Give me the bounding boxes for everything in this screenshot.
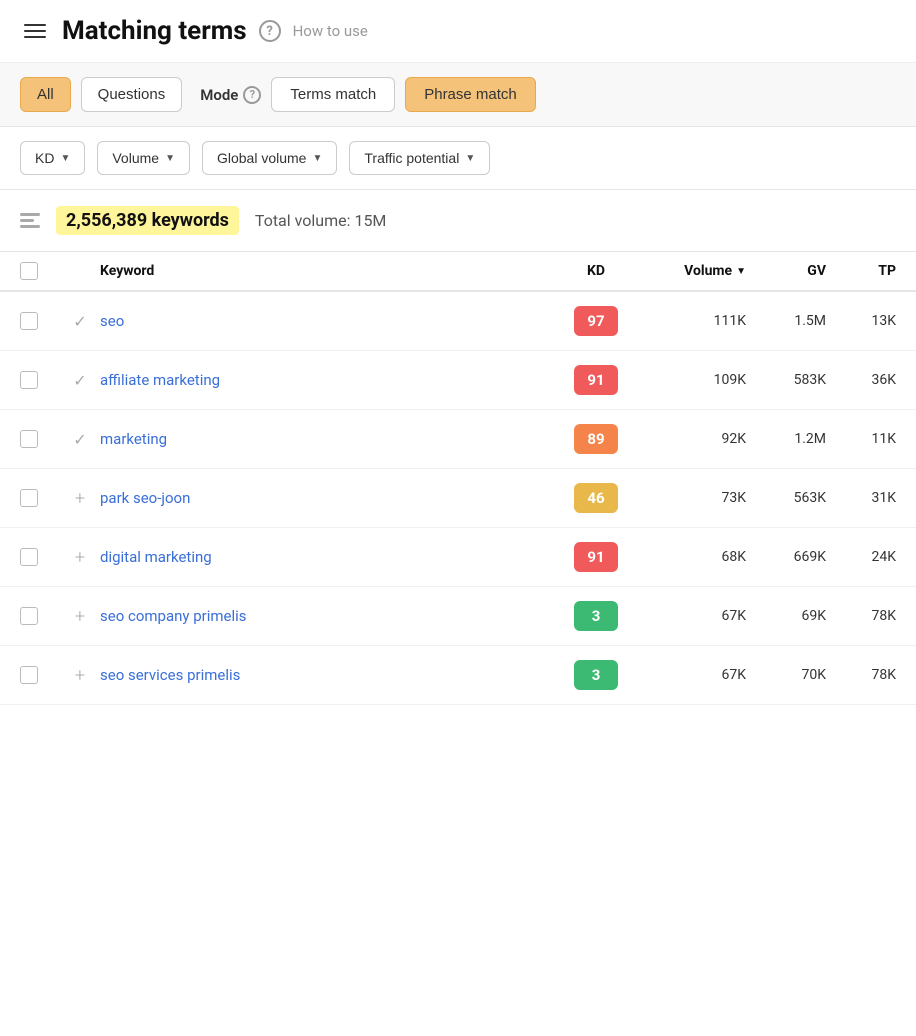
tp-cell-1: 36K — [826, 372, 896, 388]
header: Matching terms ? How to use — [0, 0, 916, 63]
tp-cell-2: 11K — [826, 431, 896, 447]
row-checkbox-1[interactable] — [20, 371, 38, 389]
keyword-column-header: Keyword — [100, 263, 556, 279]
gv-cell-3: 563K — [746, 490, 826, 506]
table-row: + seo services primelis 3 67K 70K 78K — [0, 646, 916, 705]
volume-cell-5: 67K — [636, 608, 746, 624]
volume-cell-1: 109K — [636, 372, 746, 388]
kd-filter-button[interactable]: KD ▼ — [20, 141, 85, 175]
filter-bar: All Questions Mode ? Terms match Phrase … — [0, 63, 916, 127]
kd-cell-0: 97 — [556, 306, 636, 336]
gv-cell-4: 669K — [746, 549, 826, 565]
row-checkbox-2[interactable] — [20, 430, 38, 448]
table-row: + seo company primelis 3 67K 69K 78K — [0, 587, 916, 646]
volume-cell-3: 73K — [636, 490, 746, 506]
kd-cell-2: 89 — [556, 424, 636, 454]
gv-cell-2: 1.2M — [746, 431, 826, 447]
row-checkbox-6[interactable] — [20, 666, 38, 684]
kd-cell-5: 3 — [556, 601, 636, 631]
kd-badge-1: 91 — [574, 365, 618, 395]
kd-badge-5: 3 — [574, 601, 618, 631]
gv-column-header: GV — [746, 263, 826, 279]
volume-cell-6: 67K — [636, 667, 746, 683]
kd-badge-2: 89 — [574, 424, 618, 454]
table-row: ✓ marketing 89 92K 1.2M 11K — [0, 410, 916, 469]
row-action-1[interactable]: ✓ — [60, 371, 100, 390]
kd-badge-3: 46 — [574, 483, 618, 513]
row-action-4[interactable]: + — [60, 547, 100, 568]
table-header-row: Keyword KD Volume ▼ GV TP — [0, 252, 916, 292]
kd-cell-1: 91 — [556, 365, 636, 395]
filter-lines-icon[interactable] — [20, 213, 40, 228]
mode-label: Mode ? — [200, 86, 261, 104]
kd-chevron-icon: ▼ — [60, 153, 70, 164]
keyword-link-2[interactable]: marketing — [100, 430, 556, 448]
traffic-potential-filter-button[interactable]: Traffic potential ▼ — [349, 141, 490, 175]
mode-help-icon[interactable]: ? — [243, 86, 261, 104]
keyword-link-1[interactable]: affiliate marketing — [100, 371, 556, 389]
keyword-link-3[interactable]: park seo-joon — [100, 489, 556, 507]
gv-cell-0: 1.5M — [746, 313, 826, 329]
phrase-match-button[interactable]: Phrase match — [405, 77, 536, 112]
volume-cell-0: 111K — [636, 313, 746, 329]
select-all-checkbox[interactable] — [20, 262, 38, 280]
table-row: + digital marketing 91 68K 669K 24K — [0, 528, 916, 587]
row-action-5[interactable]: + — [60, 606, 100, 627]
keyword-link-5[interactable]: seo company primelis — [100, 607, 556, 625]
terms-match-button[interactable]: Terms match — [271, 77, 395, 112]
tp-cell-3: 31K — [826, 490, 896, 506]
tp-cell-5: 78K — [826, 608, 896, 624]
row-checkbox-4[interactable] — [20, 548, 38, 566]
volume-cell-4: 68K — [636, 549, 746, 565]
row-action-0[interactable]: ✓ — [60, 312, 100, 331]
gv-cell-5: 69K — [746, 608, 826, 624]
gv-cell-1: 583K — [746, 372, 826, 388]
all-filter-button[interactable]: All — [20, 77, 71, 112]
keyword-link-0[interactable]: seo — [100, 312, 556, 330]
table-row: ✓ seo 97 111K 1.5M 13K — [0, 292, 916, 351]
kd-cell-6: 3 — [556, 660, 636, 690]
kd-badge-4: 91 — [574, 542, 618, 572]
kd-column-header: KD — [556, 263, 636, 279]
tp-cell-6: 78K — [826, 667, 896, 683]
keyword-link-4[interactable]: digital marketing — [100, 548, 556, 566]
metrics-bar: KD ▼ Volume ▼ Global volume ▼ Traffic po… — [0, 127, 916, 190]
tp-cell-4: 24K — [826, 549, 896, 565]
volume-column-header[interactable]: Volume ▼ — [636, 263, 746, 279]
volume-cell-2: 92K — [636, 431, 746, 447]
row-checkbox-0[interactable] — [20, 312, 38, 330]
row-checkbox-3[interactable] — [20, 489, 38, 507]
tp-cell-0: 13K — [826, 313, 896, 329]
kd-badge-6: 3 — [574, 660, 618, 690]
row-action-6[interactable]: + — [60, 665, 100, 686]
kd-cell-3: 46 — [556, 483, 636, 513]
how-to-use-link[interactable]: How to use — [293, 22, 368, 40]
help-icon[interactable]: ? — [259, 20, 281, 42]
hamburger-menu-icon[interactable] — [20, 20, 50, 42]
total-volume-label: Total volume: 15M — [255, 211, 386, 230]
keywords-count-badge: 2,556,389 keywords — [56, 206, 239, 235]
row-checkbox-5[interactable] — [20, 607, 38, 625]
tp-column-header: TP — [826, 263, 896, 279]
gv-cell-6: 70K — [746, 667, 826, 683]
table-row: + park seo-joon 46 73K 563K 31K — [0, 469, 916, 528]
kd-cell-4: 91 — [556, 542, 636, 572]
global-volume-chevron-icon: ▼ — [312, 153, 322, 164]
traffic-potential-chevron-icon: ▼ — [465, 153, 475, 164]
global-volume-filter-button[interactable]: Global volume ▼ — [202, 141, 337, 175]
kd-badge-0: 97 — [574, 306, 618, 336]
table-row: ✓ affiliate marketing 91 109K 583K 36K — [0, 351, 916, 410]
volume-sort-icon: ▼ — [736, 266, 746, 277]
questions-filter-button[interactable]: Questions — [81, 77, 183, 112]
summary-row: 2,556,389 keywords Total volume: 15M — [0, 190, 916, 252]
keywords-table: Keyword KD Volume ▼ GV TP ✓ seo 97 111K … — [0, 252, 916, 705]
volume-filter-button[interactable]: Volume ▼ — [97, 141, 190, 175]
row-action-3[interactable]: + — [60, 488, 100, 509]
keyword-link-6[interactable]: seo services primelis — [100, 666, 556, 684]
page-title: Matching terms — [62, 16, 247, 46]
table-body: ✓ seo 97 111K 1.5M 13K ✓ affiliate marke… — [0, 292, 916, 705]
volume-chevron-icon: ▼ — [165, 153, 175, 164]
row-action-2[interactable]: ✓ — [60, 430, 100, 449]
